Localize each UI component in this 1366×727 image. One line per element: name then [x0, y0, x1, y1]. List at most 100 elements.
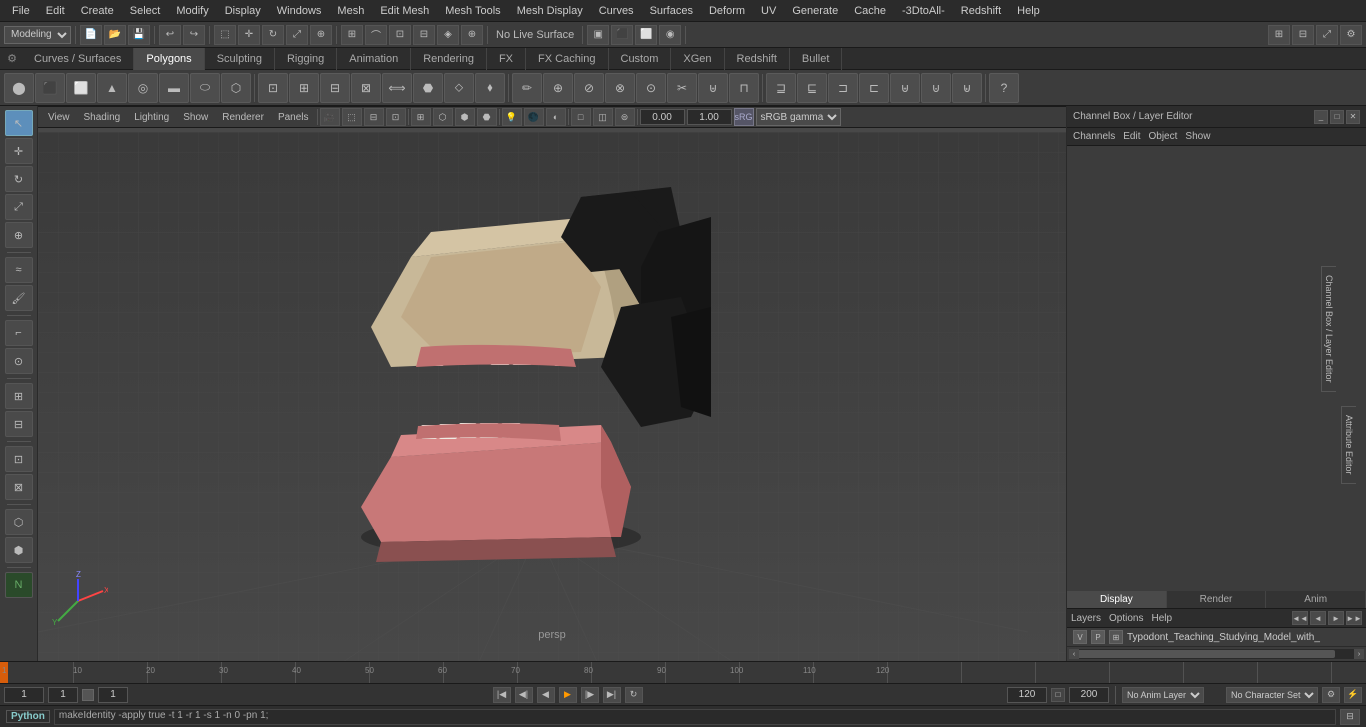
component-mode-btn[interactable]: ⬡ — [5, 509, 33, 535]
loop-btn[interactable]: ↻ — [625, 687, 643, 703]
shelf-multi-cut[interactable]: ⊒ — [766, 73, 796, 103]
frame-current-input[interactable] — [48, 687, 78, 703]
tab-custom[interactable]: Custom — [609, 48, 672, 70]
timeline[interactable]: // ticks generated via JS below 1 10 20 … — [0, 661, 1366, 683]
channel-box-side-tab[interactable]: Channel Box / Layer Editor — [1321, 266, 1366, 392]
tabs-gear[interactable]: ⚙ — [2, 48, 22, 70]
shelf-cut[interactable]: ✂ — [667, 73, 697, 103]
layers-menu[interactable]: Layers — [1071, 613, 1101, 624]
universal-manip-btn[interactable]: ⊕ — [5, 222, 33, 248]
scroll-left-btn[interactable]: ‹ — [1069, 649, 1079, 659]
shelf-slide-edge[interactable]: ⊏ — [859, 73, 889, 103]
shelf-fill[interactable]: ⬦ — [444, 73, 474, 103]
save-scene-button[interactable]: 💾 — [128, 25, 150, 45]
shading-menu[interactable]: Shading — [78, 112, 127, 123]
workspace-selector[interactable]: Modeling — [4, 26, 71, 44]
shadows[interactable]: 🌑 — [524, 108, 544, 126]
view-menu[interactable]: View — [42, 112, 76, 123]
frame-current-2-input[interactable] — [98, 687, 128, 703]
shelf-platonic[interactable]: ⬡ — [221, 73, 251, 103]
menu-surfaces[interactable]: Surfaces — [642, 3, 701, 19]
scale-tool-btn[interactable]: ⤢ — [5, 194, 33, 220]
command-line[interactable]: makeIdentity -apply true -t 1 -r 1 -s 1 … — [54, 709, 1336, 725]
object-menu[interactable]: Object — [1149, 131, 1178, 142]
tab-fx[interactable]: FX — [487, 48, 526, 70]
shelf-mirror[interactable]: ⟺ — [382, 73, 412, 103]
attribute-editor-side-tab[interactable]: Attribute Editor — [1341, 406, 1366, 484]
shelf-append[interactable]: ⊙ — [636, 73, 666, 103]
snap-to-point-btn[interactable]: ⊠ — [5, 474, 33, 500]
undo-button[interactable]: ↩ — [159, 25, 181, 45]
frame-all[interactable]: ⊟ — [364, 108, 384, 126]
rotate-tool-btn[interactable]: ↻ — [5, 166, 33, 192]
snap-curve[interactable]: ⌒ — [365, 25, 387, 45]
edit-menu[interactable]: Edit — [1123, 131, 1140, 142]
skip-to-start-btn[interactable]: |◀ — [493, 687, 511, 703]
select-tool[interactable]: ⬚ — [214, 25, 236, 45]
channels-menu[interactable]: Channels — [1073, 131, 1115, 142]
shelf-sphere[interactable]: ⬤ — [4, 73, 34, 103]
char-set-settings[interactable]: ⚙ — [1322, 687, 1340, 703]
shelf-split[interactable]: ⊎ — [698, 73, 728, 103]
layer-name-label[interactable]: Typodont_Teaching_Studying_Model_with_ — [1127, 632, 1360, 643]
use-lights[interactable]: 💡 — [502, 108, 522, 126]
field-chart[interactable]: ⊜ — [615, 108, 635, 126]
snap-point[interactable]: ⊡ — [389, 25, 411, 45]
tab-xgen[interactable]: XGen — [671, 48, 724, 70]
shelf-cylinder[interactable]: ⬜ — [66, 73, 96, 103]
render-region[interactable]: ▣ — [587, 25, 609, 45]
shelf-sculpt[interactable]: ⊍ — [921, 73, 951, 103]
display-tab[interactable]: Display — [1067, 591, 1167, 608]
move-tool-btn[interactable]: ✛ — [5, 138, 33, 164]
window-settings[interactable]: ⊞ — [1268, 25, 1290, 45]
shelf-insert-edge[interactable]: ⊕ — [543, 73, 573, 103]
ipr-render[interactable]: ◉ — [659, 25, 681, 45]
film-gate[interactable]: ◫ — [593, 108, 613, 126]
menu-modify[interactable]: Modify — [168, 3, 216, 19]
menu-mesh-tools[interactable]: Mesh Tools — [437, 3, 508, 19]
tab-rigging[interactable]: Rigging — [275, 48, 337, 70]
panels-menu[interactable]: Panels — [272, 112, 315, 123]
snap-to-grid-btn[interactable]: ⊡ — [5, 446, 33, 472]
tab-polygons[interactable]: Polygons — [134, 48, 204, 70]
ao-toggle[interactable]: ◐ — [546, 108, 566, 126]
char-set-select[interactable]: No Character Set — [1226, 687, 1318, 703]
paint-select-btn[interactable]: ⊙ — [5, 348, 33, 374]
menu-windows[interactable]: Windows — [269, 3, 330, 19]
cb-collapse[interactable]: _ — [1314, 110, 1328, 124]
step-fwd-btn[interactable]: |▶ — [581, 687, 599, 703]
skip-to-end-btn[interactable]: ▶| — [603, 687, 621, 703]
playback-settings[interactable]: ⚡ — [1344, 687, 1362, 703]
res-gate[interactable]: □ — [571, 108, 591, 126]
shelf-relax[interactable]: ⊎ — [890, 73, 920, 103]
shelf-pipe[interactable]: ⬣ — [413, 73, 443, 103]
render-view[interactable]: ⬛ — [611, 25, 633, 45]
window-layout[interactable]: ⊟ — [1292, 25, 1314, 45]
universal-tool[interactable]: ⊕ — [310, 25, 332, 45]
shelf-connect[interactable]: ⊑ — [797, 73, 827, 103]
select-tool-btn[interactable]: ↖ — [5, 110, 33, 136]
menu-curves[interactable]: Curves — [591, 3, 642, 19]
shelf-combine[interactable]: ⊟ — [320, 73, 350, 103]
snap-view[interactable]: ⊟ — [413, 25, 435, 45]
tab-bullet[interactable]: Bullet — [790, 48, 843, 70]
frame-start-input[interactable] — [4, 687, 44, 703]
cb-close[interactable]: ✕ — [1346, 110, 1360, 124]
tab-curves-surfaces[interactable]: Curves / Surfaces — [22, 48, 134, 70]
play-fwd-btn[interactable]: ▶ — [559, 687, 577, 703]
scale-tool[interactable]: ⤢ — [286, 25, 308, 45]
object-mode-btn[interactable]: ⬢ — [5, 537, 33, 563]
open-scene-button[interactable]: 📂 — [104, 25, 126, 45]
shelf-smooth[interactable]: ⊞ — [289, 73, 319, 103]
options-menu[interactable]: Options — [1109, 613, 1143, 624]
range-end-input[interactable] — [1069, 687, 1109, 703]
menu-redshift[interactable]: Redshift — [953, 3, 1009, 19]
shelf-pen[interactable]: ✏ — [512, 73, 542, 103]
shelf-extrude[interactable]: ⬧ — [475, 73, 505, 103]
fullscreen[interactable]: ⤢ — [1316, 25, 1338, 45]
layer-nav-prev-prev[interactable]: ◄◄ — [1292, 611, 1308, 625]
color-space-select[interactable]: sRGB gamma — [756, 108, 841, 126]
translate-value[interactable] — [640, 109, 685, 125]
scroll-right-btn[interactable]: › — [1354, 649, 1364, 659]
shelf-bridge[interactable]: ⊗ — [605, 73, 635, 103]
